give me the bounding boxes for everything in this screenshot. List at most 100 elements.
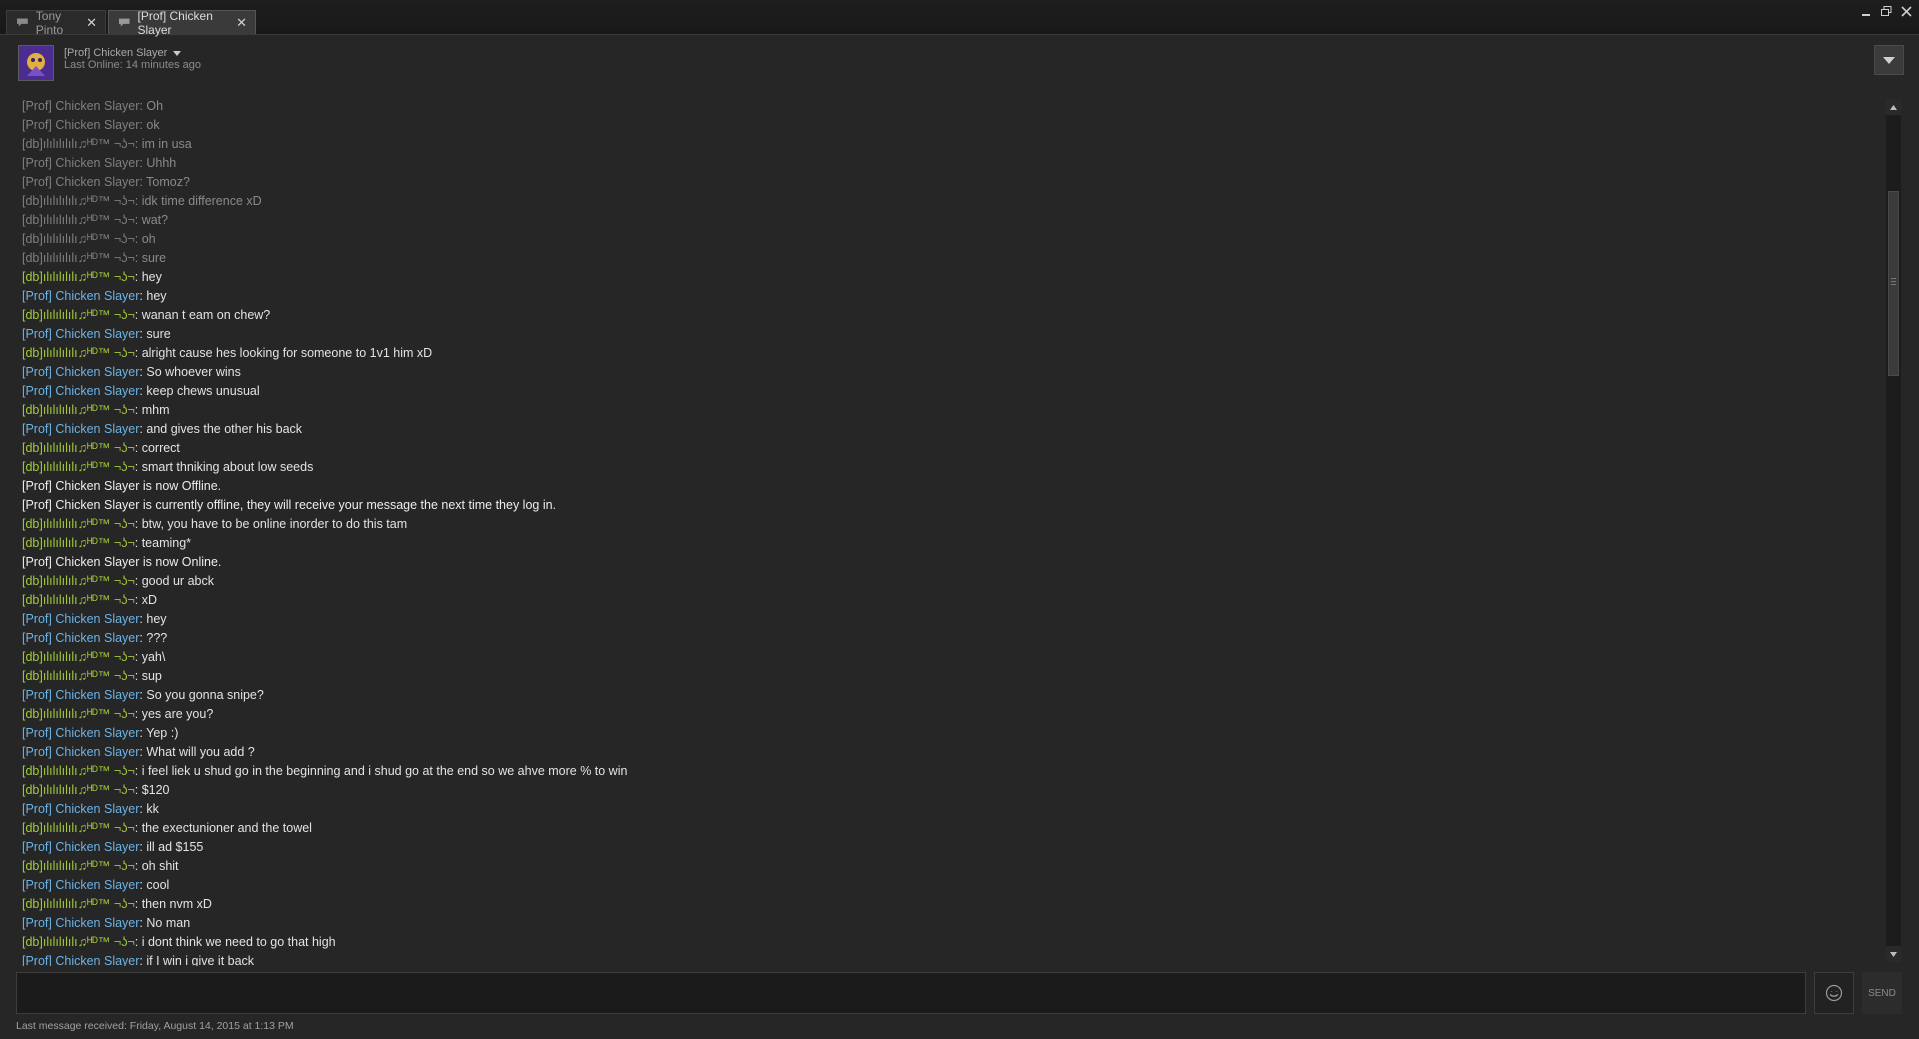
message-speaker[interactable]: [db]ılılılılılı♫ᴴᴰ™ ¬ʖ¬ — [22, 859, 135, 873]
chat-message: [Prof] Chicken Slayer: and gives the oth… — [22, 422, 303, 436]
chat-message: [Prof] Chicken Slayer: ill ad $155 — [22, 840, 204, 854]
message-speaker[interactable]: [Prof] Chicken Slayer — [22, 688, 139, 702]
message-speaker[interactable]: [db]ılılılılılı♫ᴴᴰ™ ¬ʖ¬ — [22, 764, 135, 778]
message-text: mhm — [141, 403, 170, 417]
message-speaker[interactable]: [Prof] Chicken Slayer — [22, 289, 139, 303]
close-icon[interactable]: ✕ — [236, 16, 247, 29]
restore-icon[interactable] — [1879, 4, 1893, 18]
message-text: alright cause hes looking for someone to… — [141, 346, 433, 360]
message-speaker[interactable]: [db]ılılılılılı♫ᴴᴰ™ ¬ʖ¬ — [22, 593, 135, 607]
message-list: [Prof] Chicken Slayer: Oh [Prof] Chicken … — [22, 97, 627, 966]
emoticon-button[interactable] — [1814, 972, 1854, 1014]
chat-message: [db]ılılılılılı♫ᴴᴰ™ ¬ʖ¬: yes are you? — [22, 707, 214, 721]
tab-tony-pinto[interactable]: Tony Pinto ✕ — [6, 8, 106, 37]
message-text: im in usa — [141, 137, 192, 151]
chat-message: [db]ılılılılılı♫ᴴᴰ™ ¬ʖ¬: oh shit — [22, 859, 179, 873]
message-text: sure — [141, 251, 167, 265]
close-icon[interactable]: ✕ — [86, 16, 97, 29]
minimize-icon[interactable] — [1859, 4, 1873, 18]
message-speaker[interactable]: [db]ılılılılılı♫ᴴᴰ™ ¬ʖ¬ — [22, 669, 135, 683]
chat-message: [Prof] Chicken Slayer: So you gonna snip… — [22, 688, 264, 702]
message-speaker[interactable]: [db]ılılılılılı♫ᴴᴰ™ ¬ʖ¬ — [22, 821, 135, 835]
message-text: keep chews unusual — [146, 384, 260, 398]
message-speaker[interactable]: [db]ılılılılılı♫ᴴᴰ™ ¬ʖ¬ — [22, 308, 135, 322]
message-speaker[interactable]: [db]ılılılılılı♫ᴴᴰ™ ¬ʖ¬ — [22, 346, 135, 360]
close-window-icon[interactable] — [1899, 4, 1913, 18]
arrow-up-icon — [1890, 104, 1897, 110]
chat-message: [db]ılılılılılı♫ᴴᴰ™ ¬ʖ¬: i dont think we… — [22, 935, 336, 949]
friend-name: [Prof] Chicken Slayer — [64, 47, 168, 59]
message-speaker[interactable]: [db]ılılılılılı♫ᴴᴰ™ ¬ʖ¬ — [22, 460, 135, 474]
message-text: hey — [146, 289, 167, 303]
message-speaker[interactable]: [db]ılılılılılı♫ᴴᴰ™ ¬ʖ¬ — [22, 403, 135, 417]
message-speaker[interactable]: [db]ılılılılılı♫ᴴᴰ™ ¬ʖ¬ — [22, 270, 135, 284]
chat-message: [db]ılılılılılı♫ᴴᴰ™ ¬ʖ¬: idk time differ… — [22, 194, 262, 208]
grip-icon — [1891, 278, 1896, 286]
message-speaker[interactable]: [db]ılılılılılı♫ᴴᴰ™ ¬ʖ¬ — [22, 194, 135, 208]
message-speaker[interactable]: [Prof] Chicken Slayer — [22, 954, 139, 966]
chat-message: [db]ılılılılılı♫ᴴᴰ™ ¬ʖ¬: yah\ — [22, 650, 166, 664]
message-speaker[interactable]: [Prof] Chicken Slayer — [22, 802, 139, 816]
chat-message: [Prof] Chicken Slayer: Uhhh — [22, 156, 177, 170]
chat-scrollbar[interactable] — [1886, 99, 1901, 962]
message-speaker[interactable]: [db]ılılılılılı♫ᴴᴰ™ ¬ʖ¬ — [22, 707, 135, 721]
message-speaker[interactable]: [Prof] Chicken Slayer — [22, 745, 139, 759]
chat-message: [Prof] Chicken Slayer: Yep :) — [22, 726, 179, 740]
message-text: Uhhh — [146, 156, 177, 170]
message-speaker[interactable]: [Prof] Chicken Slayer — [22, 916, 139, 930]
message-speaker[interactable]: [Prof] Chicken Slayer — [22, 631, 139, 645]
chat-message: [Prof] Chicken Slayer: ok — [22, 118, 160, 132]
message-speaker[interactable]: [Prof] Chicken Slayer — [22, 118, 139, 132]
message-speaker[interactable]: [db]ılılılılılı♫ᴴᴰ™ ¬ʖ¬ — [22, 536, 135, 550]
message-speaker[interactable]: [db]ılılılılılı♫ᴴᴰ™ ¬ʖ¬ — [22, 517, 135, 531]
message-speaker[interactable]: [db]ılılılılılı♫ᴴᴰ™ ¬ʖ¬ — [22, 232, 135, 246]
chat-message: [db]ılılılılılı♫ᴴᴰ™ ¬ʖ¬: good ur abck — [22, 574, 214, 588]
chat-bubble-icon — [17, 18, 28, 27]
message-speaker[interactable]: [Prof] Chicken Slayer — [22, 840, 139, 854]
message-speaker[interactable]: [Prof] Chicken Slayer — [22, 156, 139, 170]
chat-message: [db]ılılılılılı♫ᴴᴰ™ ¬ʖ¬: alright cause h… — [22, 346, 433, 360]
last-message-timestamp: Last message received: Friday, August 14… — [16, 1020, 294, 1032]
send-button[interactable]: SEND — [1862, 972, 1902, 1014]
message-speaker[interactable]: [db]ılılılılılı♫ᴴᴰ™ ¬ʖ¬ — [22, 897, 135, 911]
chat-message: [Prof] Chicken Slayer: sure — [22, 327, 171, 341]
scroll-thumb[interactable] — [1888, 191, 1899, 376]
message-speaker[interactable]: [Prof] Chicken Slayer — [22, 99, 139, 113]
message-text: if I win i give it back — [146, 954, 255, 966]
tab-prof-chicken-slayer[interactable]: [Prof] Chicken Slayer ✕ — [108, 9, 256, 37]
chat-message: [db]ılılılılılı♫ᴴᴰ™ ¬ʖ¬: im in usa — [22, 137, 192, 151]
scroll-up-button[interactable] — [1886, 99, 1901, 115]
message-text: i dont think we need to go that high — [141, 935, 336, 949]
message-speaker[interactable]: [Prof] Chicken Slayer — [22, 327, 139, 341]
message-speaker[interactable]: [Prof] Chicken Slayer — [22, 175, 139, 189]
message-text: kk — [146, 802, 159, 816]
scroll-down-button[interactable] — [1886, 946, 1901, 962]
message-speaker[interactable]: [db]ılılılılılı♫ᴴᴰ™ ¬ʖ¬ — [22, 650, 135, 664]
friend-name-dropdown[interactable]: [Prof] Chicken Slayer — [64, 47, 182, 59]
tab-label: Tony Pinto — [35, 8, 64, 37]
message-text: oh — [141, 232, 156, 246]
message-speaker[interactable]: [db]ılılılılılı♫ᴴᴰ™ ¬ʖ¬ — [22, 213, 135, 227]
arrow-down-icon — [1890, 951, 1897, 957]
message-speaker[interactable]: [Prof] Chicken Slayer — [22, 612, 139, 626]
message-speaker[interactable]: [db]ılılılılılı♫ᴴᴰ™ ¬ʖ¬ — [22, 783, 135, 797]
message-speaker[interactable]: [db]ılılılılılı♫ᴴᴰ™ ¬ʖ¬ — [22, 137, 135, 151]
message-text: yes are you? — [141, 707, 214, 721]
options-dropdown-button[interactable] — [1874, 45, 1904, 75]
message-speaker[interactable]: [Prof] Chicken Slayer — [22, 365, 139, 379]
message-speaker[interactable]: [db]ılılılılılı♫ᴴᴰ™ ¬ʖ¬ — [22, 251, 135, 265]
message-speaker[interactable]: [Prof] Chicken Slayer — [22, 878, 139, 892]
chat-message: [db]ılılılılılı♫ᴴᴰ™ ¬ʖ¬: i feel liek u s… — [22, 764, 628, 778]
message-text: sup — [141, 669, 162, 683]
avatar[interactable] — [18, 45, 54, 81]
message-speaker[interactable]: [Prof] Chicken Slayer — [22, 422, 139, 436]
message-input[interactable] — [16, 972, 1806, 1014]
message-speaker[interactable]: [db]ılılılılılı♫ᴴᴰ™ ¬ʖ¬ — [22, 935, 135, 949]
chat-message: [db]ılılılılılı♫ᴴᴰ™ ¬ʖ¬: hey — [22, 270, 162, 284]
message-speaker[interactable]: [Prof] Chicken Slayer — [22, 726, 139, 740]
message-speaker[interactable]: [db]ılılılılılı♫ᴴᴰ™ ¬ʖ¬ — [22, 441, 135, 455]
message-speaker[interactable]: [Prof] Chicken Slayer — [22, 384, 139, 398]
message-speaker[interactable]: [db]ılılılılılı♫ᴴᴰ™ ¬ʖ¬ — [22, 574, 135, 588]
window-controls — [1859, 4, 1913, 18]
chat-message: [Prof] Chicken Slayer: hey — [22, 612, 167, 626]
